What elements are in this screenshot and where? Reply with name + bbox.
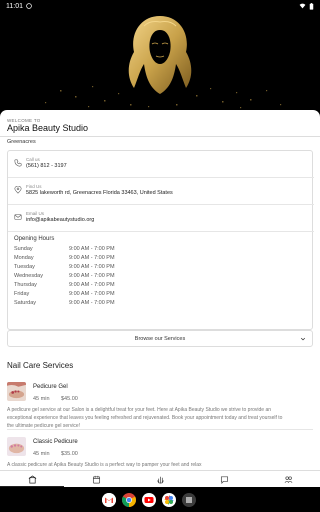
nav-calendar[interactable] — [64, 471, 128, 487]
calendar-icon — [92, 475, 100, 483]
hours-time: 9:00 AM - 7:00 PM — [69, 255, 115, 261]
address-value[interactable]: 5825 lakeworth rd, Greenacres Florida 33… — [26, 190, 173, 196]
hours-row: Thursday 9:00 AM - 7:00 PM — [14, 282, 164, 291]
chevron-down-icon — [300, 337, 306, 341]
team-icon — [284, 475, 292, 483]
service-duration: 45 min — [33, 396, 50, 402]
chrome-icon — [122, 493, 136, 507]
service-price: $35.00 — [61, 451, 78, 457]
divider — [7, 429, 313, 430]
youtube-icon — [142, 493, 156, 507]
service-thumbnail — [7, 437, 26, 456]
app-dock — [102, 493, 196, 507]
browse-services-button[interactable]: Browse our Services — [7, 330, 313, 347]
nav-team[interactable] — [256, 471, 320, 487]
divider — [0, 136, 320, 137]
hours-row: Tuesday 9:00 AM - 7:00 PM — [14, 264, 164, 273]
hours-day: Monday — [14, 255, 34, 261]
phone-row[interactable]: Call us (561) 812 - 3197 — [8, 151, 314, 177]
hours-day: Sunday — [14, 246, 33, 252]
status-time: 11:01 — [6, 2, 23, 10]
phone-label: Call us — [26, 157, 40, 162]
gmail-icon — [102, 493, 116, 507]
hours-row: Sunday 9:00 AM - 7:00 PM — [14, 246, 164, 255]
business-name: Apika Beauty Studio — [7, 123, 89, 133]
service-price: $45.00 — [61, 396, 78, 402]
hours-row: Monday 9:00 AM - 7:00 PM — [14, 255, 164, 264]
photos-app[interactable] — [162, 493, 176, 507]
hours-time: 9:00 AM - 7:00 PM — [69, 300, 115, 306]
app-drawer-icon — [186, 497, 192, 503]
hours-day: Saturday — [14, 300, 37, 306]
hours-time: 9:00 AM - 7:00 PM — [69, 282, 115, 288]
service-name: Pedicure Gel — [33, 384, 68, 390]
hand-icon — [156, 476, 164, 483]
service-description: A classic pedicure at Apika Beauty Studi… — [7, 462, 202, 468]
hours-row: Friday 9:00 AM - 7:00 PM — [14, 291, 164, 300]
bottom-navigation — [0, 470, 320, 487]
wifi-icon — [299, 3, 306, 9]
location-label: Greenacres — [7, 139, 36, 145]
notification-icon — [26, 3, 32, 9]
hero-banner — [0, 0, 320, 112]
service-description: A pedicure gel service at our Salon is a… — [7, 407, 283, 429]
youtube-app[interactable] — [142, 493, 156, 507]
home-icon — [28, 474, 36, 483]
hours-row: Wednesday 9:00 AM - 7:00 PM — [14, 273, 164, 282]
app-drawer-button[interactable] — [182, 493, 196, 507]
service-duration: 45 min — [33, 451, 50, 457]
gmail-app[interactable] — [102, 493, 116, 507]
row-divider — [8, 231, 314, 232]
email-value[interactable]: info@apikabeautystudio.org — [26, 217, 94, 223]
service-item[interactable]: Classic Pedicure 45 min $35.00 A classic… — [7, 437, 313, 470]
chrome-app[interactable] — [122, 493, 136, 507]
location-pin-icon — [14, 186, 22, 194]
service-name: Classic Pedicure — [33, 439, 78, 445]
battery-icon — [309, 2, 314, 10]
phone-value[interactable]: (561) 812 - 3197 — [26, 163, 67, 169]
hours-day: Wednesday — [14, 273, 43, 279]
hours-time: 9:00 AM - 7:00 PM — [69, 291, 115, 297]
nav-chat[interactable] — [192, 471, 256, 487]
business-details-sheet: WELCOME TO Apika Beauty Studio Greenacre… — [0, 110, 320, 470]
status-bar: 11:01 — [0, 0, 320, 12]
hours-time: 9:00 AM - 7:00 PM — [69, 246, 115, 252]
service-item[interactable]: Pedicure Gel 45 min $45.00 A pedicure ge… — [7, 382, 313, 430]
service-thumbnail — [7, 382, 26, 401]
hours-day: Friday — [14, 291, 30, 297]
hours-day: Tuesday — [14, 264, 35, 270]
opening-hours-title: Opening Hours — [14, 236, 55, 242]
system-taskbar — [0, 487, 320, 512]
browse-services-label: Browse our Services — [134, 335, 186, 342]
hours-time: 9:00 AM - 7:00 PM — [69, 264, 115, 270]
phone-icon — [14, 159, 22, 167]
services-section-title: Nail Care Services — [7, 361, 74, 370]
info-card: Call us (561) 812 - 3197 Find Us 5825 la… — [7, 150, 314, 330]
photos-icon — [162, 493, 176, 507]
nav-services[interactable] — [128, 471, 192, 487]
salon-logo-image — [0, 0, 320, 112]
chat-icon — [220, 475, 228, 484]
nav-home[interactable] — [0, 471, 64, 487]
hours-day: Thursday — [14, 282, 37, 288]
hours-row: Saturday 9:00 AM - 7:00 PM — [14, 300, 164, 309]
hours-time: 9:00 AM - 7:00 PM — [69, 273, 115, 279]
email-label: Email Us — [26, 211, 45, 216]
address-row[interactable]: Find Us 5825 lakeworth rd, Greenacres Fl… — [8, 178, 314, 204]
email-icon — [14, 214, 22, 220]
address-label: Find Us — [26, 184, 42, 189]
email-row[interactable]: Email Us info@apikabeautystudio.org — [8, 205, 314, 231]
